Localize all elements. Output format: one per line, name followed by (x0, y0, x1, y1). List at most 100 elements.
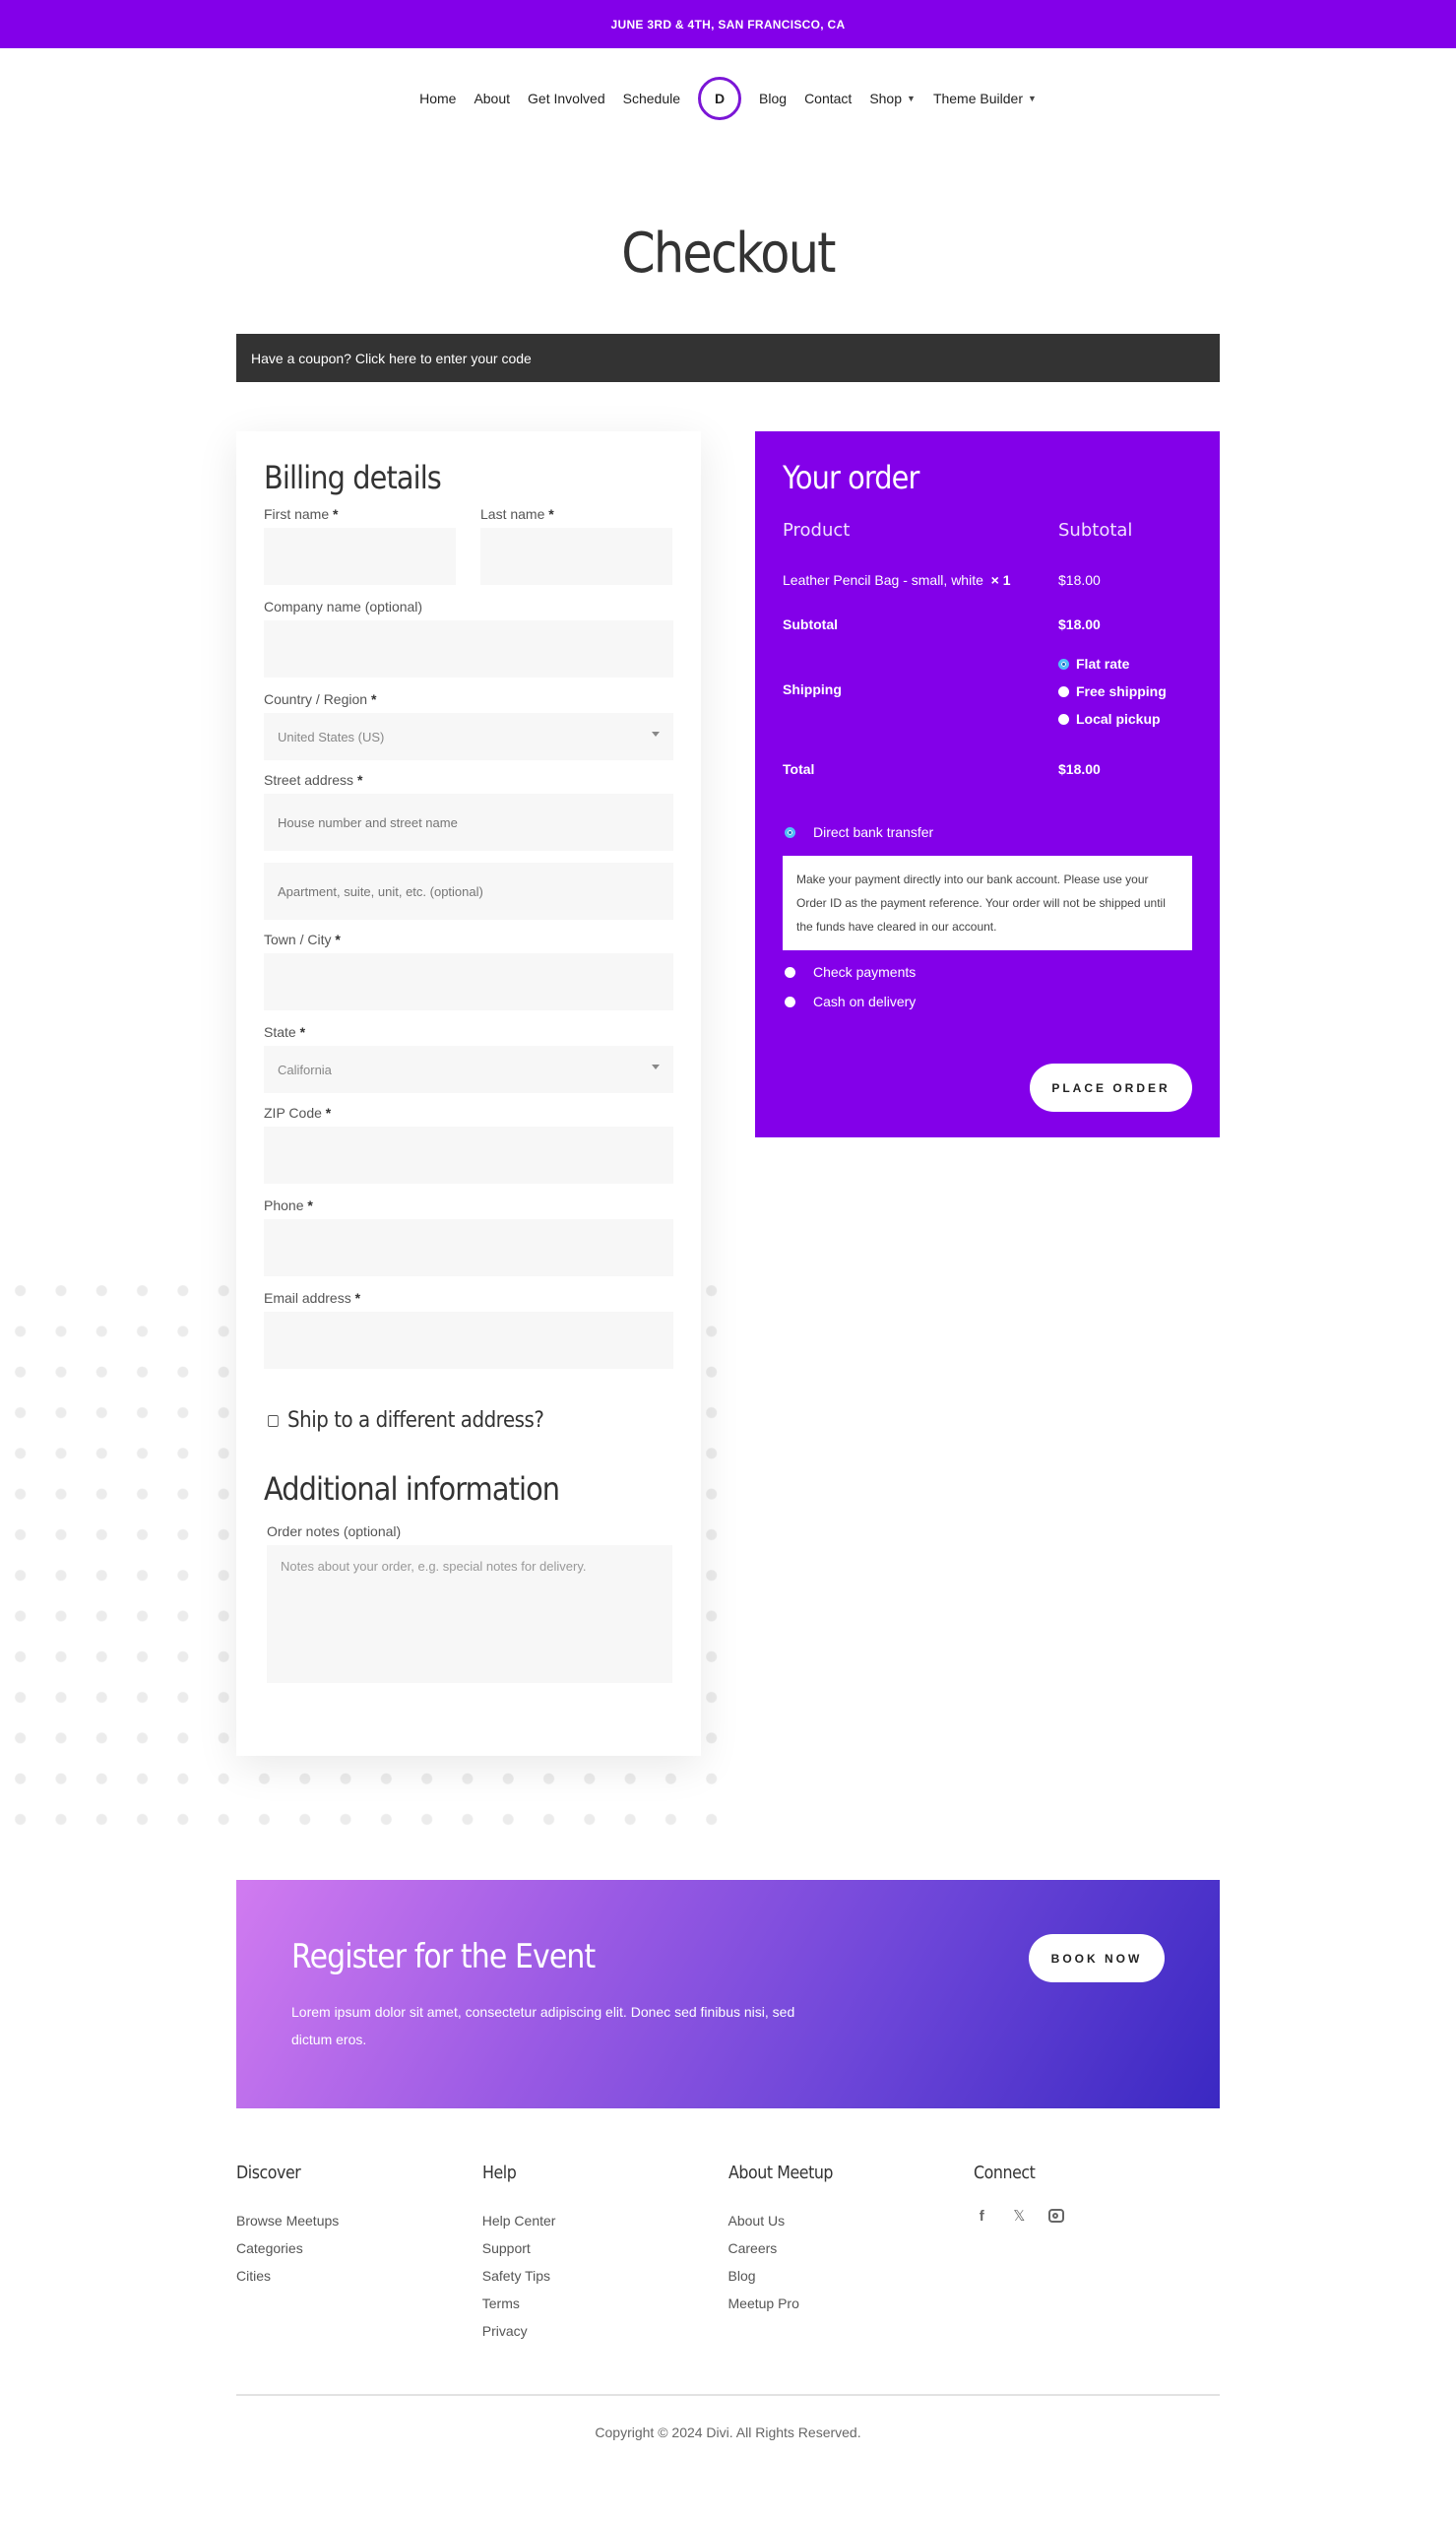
nav-schedule[interactable]: Schedule (623, 91, 680, 106)
shipping-option-flat-rate[interactable]: Flat rate (1058, 656, 1167, 672)
place-order-button[interactable]: PLACE ORDER (1030, 1064, 1192, 1112)
nav-contact[interactable]: Contact (804, 91, 852, 106)
footer-link[interactable]: About Us (728, 2207, 975, 2234)
country-select[interactable]: United States (US) (264, 713, 673, 760)
city-input[interactable] (264, 953, 673, 1010)
shipping-options: Flat rate Free shipping Local pickup (1058, 652, 1167, 727)
phone-label: Phone * (264, 1197, 313, 1213)
ship-different-label: Ship to a different address? (287, 1408, 544, 1433)
country-value: United States (US) (278, 729, 385, 744)
cta-title: Register for the Event (291, 1937, 596, 1976)
instagram-icon[interactable] (1048, 2209, 1065, 2223)
last-name-input[interactable] (480, 528, 672, 585)
payment-cod[interactable]: Cash on delivery (783, 994, 1192, 1009)
footer-link[interactable]: Terms (482, 2290, 728, 2317)
radio-selected-icon[interactable] (785, 826, 795, 838)
first-name-input[interactable] (264, 528, 456, 585)
state-label: State * (264, 1024, 306, 1040)
chevron-down-icon: ▼ (1027, 94, 1037, 103)
country-label: Country / Region * (264, 691, 377, 707)
top-announcement-bar: JUNE 3RD & 4TH, SAN FRANCISCO, CA (0, 0, 1456, 48)
facebook-icon[interactable]: f (974, 2208, 989, 2225)
nav-theme-builder[interactable]: Theme Builder ▼ (933, 91, 1037, 106)
subtotal-row: Subtotal $18.00 (783, 616, 1101, 632)
chevron-down-icon: ▼ (907, 94, 916, 103)
footer-col-discover: Discover Browse Meetups Categories Citie… (236, 2163, 482, 2345)
payment-methods: Direct bank transfer Make your payment d… (783, 824, 1192, 1009)
order-item-subtotal: $18.00 (1058, 572, 1101, 588)
footer-link[interactable]: Categories (236, 2234, 482, 2262)
total-value: $18.00 (1058, 761, 1101, 777)
footer-heading: Discover (236, 2163, 301, 2183)
total-row: Total $18.00 (783, 761, 1101, 777)
footer-link[interactable]: Meetup Pro (728, 2290, 975, 2317)
nav-home[interactable]: Home (419, 91, 456, 106)
order-item-name: Leather Pencil Bag - small, white × 1 (783, 572, 1011, 588)
zip-label: ZIP Code * (264, 1105, 332, 1121)
email-label: Email address * (264, 1290, 361, 1306)
nav-shop[interactable]: Shop ▼ (869, 91, 916, 106)
footer-col-connect: Connect f 𝕏 (974, 2163, 1220, 2345)
billing-details-card: Billing details First name * Last name *… (236, 431, 701, 1756)
street-label: Street address * (264, 772, 363, 788)
order-item-row: Leather Pencil Bag - small, white × 1 $1… (783, 572, 1192, 588)
payment-description: Make your payment directly into our bank… (783, 856, 1192, 950)
payment-check[interactable]: Check payments (783, 964, 1192, 980)
subtotal-header: Subtotal (1058, 520, 1133, 541)
footer-link[interactable]: Support (482, 2234, 728, 2262)
shipping-row: Shipping Flat rate Free shipping Local p… (783, 652, 1192, 727)
divi-logo-icon[interactable]: D (698, 77, 742, 120)
footer-link[interactable]: Safety Tips (482, 2262, 728, 2290)
product-header: Product (783, 520, 851, 541)
radio-icon[interactable] (785, 996, 795, 1007)
payment-bank-transfer[interactable]: Direct bank transfer (783, 824, 1192, 840)
caret-down-icon (652, 1065, 660, 1069)
shipping-option-local-pickup[interactable]: Local pickup (1058, 711, 1167, 727)
footer-link[interactable]: Cities (236, 2262, 482, 2290)
footer-link[interactable]: Careers (728, 2234, 975, 2262)
radio-selected-icon[interactable] (1058, 658, 1069, 670)
phone-input[interactable] (264, 1219, 673, 1276)
zip-input[interactable] (264, 1127, 673, 1184)
cta-body: Lorem ipsum dolor sit amet, consectetur … (291, 2004, 795, 2047)
footer-heading: About Meetup (728, 2163, 833, 2183)
shipping-option-free[interactable]: Free shipping (1058, 683, 1167, 699)
footer-col-about: About Meetup About Us Careers Blog Meetu… (728, 2163, 975, 2345)
event-date-location: JUNE 3RD & 4TH, SAN FRANCISCO, CA (610, 17, 846, 32)
ship-different-checkbox[interactable] (268, 1414, 279, 1427)
street-address-2-input[interactable] (264, 863, 673, 920)
order-table-header: Product Subtotal (783, 520, 1192, 541)
nav-shop-label: Shop (869, 91, 903, 106)
footer-link[interactable]: Browse Meetups (236, 2207, 482, 2234)
order-notes-label: Order notes (optional) (267, 1523, 402, 1539)
radio-icon[interactable] (1058, 713, 1069, 725)
radio-icon[interactable] (785, 966, 795, 978)
radio-icon[interactable] (1058, 685, 1069, 697)
billing-title: Billing details (264, 459, 442, 496)
order-title: Your order (783, 459, 919, 496)
email-input[interactable] (264, 1312, 673, 1369)
footer-link[interactable]: Blog (728, 2262, 975, 2290)
additional-info-title: Additional information (264, 1470, 560, 1508)
state-select[interactable]: California (264, 1046, 673, 1093)
social-icons: f 𝕏 (974, 2207, 1220, 2225)
logo-letter: D (714, 91, 726, 106)
nav-theme-builder-label: Theme Builder (932, 91, 1023, 106)
ship-different-toggle[interactable]: Ship to a different address? (264, 1408, 673, 1433)
nav-about[interactable]: About (474, 91, 510, 106)
book-now-button[interactable]: BOOK NOW (1029, 1934, 1165, 1982)
company-input[interactable] (264, 620, 673, 678)
nav-blog[interactable]: Blog (759, 91, 787, 106)
register-cta-banner: Register for the Event Lorem ipsum dolor… (236, 1880, 1220, 2108)
footer-links: Discover Browse Meetups Categories Citie… (236, 2163, 1220, 2345)
copyright-text: Copyright © 2024 Divi. All Rights Reserv… (595, 2424, 861, 2440)
x-twitter-icon[interactable]: 𝕏 (1011, 2207, 1027, 2225)
street-address-input[interactable] (264, 794, 673, 851)
footer-link[interactable]: Help Center (482, 2207, 728, 2234)
coupon-toggle[interactable]: Have a coupon? Click here to enter your … (236, 334, 1220, 382)
footer-link[interactable]: Privacy (482, 2317, 728, 2345)
nav-get-involved[interactable]: Get Involved (528, 91, 605, 106)
company-label: Company name (optional) (264, 599, 423, 614)
order-notes-textarea[interactable]: Notes about your order, e.g. special not… (267, 1545, 672, 1683)
main-nav: Home About Get Involved Schedule D Blog … (0, 69, 1456, 128)
